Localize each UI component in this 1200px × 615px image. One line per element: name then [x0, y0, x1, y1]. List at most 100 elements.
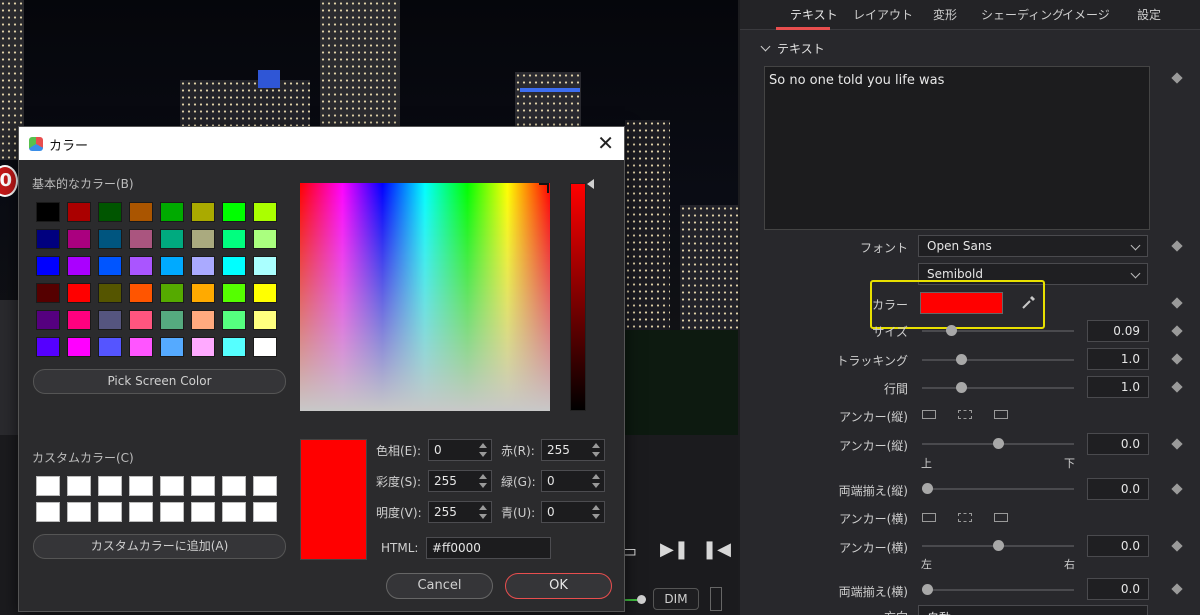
basic-color-swatch[interactable]: [191, 229, 215, 249]
custom-color-swatch[interactable]: [191, 502, 215, 522]
basic-color-swatch[interactable]: [191, 202, 215, 222]
hue-saturation-picker[interactable]: [300, 183, 550, 411]
spin-down-icon[interactable]: [592, 452, 600, 457]
spin-up-icon[interactable]: [592, 443, 600, 448]
anchor-vertical-value[interactable]: 0.0: [1087, 433, 1149, 455]
basic-color-swatch[interactable]: [253, 202, 277, 222]
tab-shading[interactable]: シェーディング: [981, 6, 1064, 23]
spin-up-icon[interactable]: [479, 474, 487, 479]
basic-color-swatch[interactable]: [36, 229, 60, 249]
basic-color-swatch[interactable]: [98, 337, 122, 357]
red-spinbox[interactable]: 255: [541, 439, 605, 461]
basic-color-swatch[interactable]: [36, 283, 60, 303]
custom-color-swatch[interactable]: [67, 502, 91, 522]
basic-color-swatch[interactable]: [160, 283, 184, 303]
value-slider-arrow-icon[interactable]: [587, 179, 594, 189]
spin-down-icon[interactable]: [592, 514, 600, 519]
basic-color-swatch[interactable]: [36, 202, 60, 222]
spin-up-icon[interactable]: [479, 443, 487, 448]
basic-color-swatch[interactable]: [98, 283, 122, 303]
keyframe-diamond-icon[interactable]: [1171, 353, 1183, 365]
basic-color-swatch[interactable]: [191, 256, 215, 276]
custom-color-swatch[interactable]: [36, 502, 60, 522]
tracking-value[interactable]: 1.0: [1087, 348, 1149, 370]
tab-text[interactable]: テキスト: [790, 6, 838, 23]
keyframe-diamond-icon[interactable]: [1171, 483, 1183, 495]
basic-color-swatch[interactable]: [222, 256, 246, 276]
slider-knob[interactable]: [956, 382, 967, 393]
custom-color-swatch[interactable]: [36, 476, 60, 496]
slider-knob[interactable]: [993, 540, 1004, 551]
custom-color-swatch[interactable]: [222, 476, 246, 496]
add-custom-color-button[interactable]: カスタムカラーに追加(A): [33, 534, 286, 559]
cancel-button[interactable]: Cancel: [386, 573, 493, 599]
tab-layout[interactable]: レイアウト: [853, 6, 913, 23]
anchor-right-icon[interactable]: [994, 513, 1008, 522]
anchor-horizontal-value[interactable]: 0.0: [1087, 535, 1149, 557]
basic-color-swatch[interactable]: [36, 337, 60, 357]
basic-color-swatch[interactable]: [191, 283, 215, 303]
basic-color-swatch[interactable]: [98, 256, 122, 276]
keyframe-diamond-icon[interactable]: [1171, 240, 1183, 252]
custom-color-swatch[interactable]: [253, 502, 277, 522]
dialog-titlebar[interactable]: カラー ✕: [19, 127, 624, 160]
anchor-bottom-icon[interactable]: [994, 410, 1008, 419]
saturation-spinbox[interactable]: 255: [428, 470, 492, 492]
line-spacing-value[interactable]: 1.0: [1087, 376, 1149, 398]
basic-color-swatch[interactable]: [67, 310, 91, 330]
tab-transform[interactable]: 変形: [933, 6, 957, 23]
basic-color-swatch[interactable]: [67, 229, 91, 249]
basic-color-swatch[interactable]: [98, 202, 122, 222]
basic-color-swatch[interactable]: [67, 256, 91, 276]
spin-up-icon[interactable]: [592, 474, 600, 479]
justify-horizontal-slider[interactable]: [922, 584, 1074, 595]
justify-horizontal-value[interactable]: 0.0: [1087, 578, 1149, 600]
close-icon[interactable]: ✕: [597, 131, 614, 155]
basic-color-swatch[interactable]: [253, 283, 277, 303]
custom-color-swatch[interactable]: [98, 476, 122, 496]
size-value[interactable]: 0.09: [1087, 320, 1149, 342]
value-slider[interactable]: [570, 183, 586, 411]
custom-color-swatch[interactable]: [160, 476, 184, 496]
blue-spinbox[interactable]: 0: [541, 501, 605, 523]
line-spacing-slider[interactable]: [922, 382, 1074, 393]
basic-color-swatch[interactable]: [160, 310, 184, 330]
basic-color-swatch[interactable]: [129, 256, 153, 276]
keyframe-diamond-icon[interactable]: [1171, 72, 1183, 84]
section-header-text[interactable]: テキスト: [760, 40, 825, 57]
basic-color-swatch[interactable]: [222, 310, 246, 330]
basic-color-swatch[interactable]: [253, 310, 277, 330]
basic-color-swatch[interactable]: [222, 229, 246, 249]
spin-up-icon[interactable]: [479, 505, 487, 510]
hue-spinbox[interactable]: 0: [428, 439, 492, 461]
keyframe-diamond-icon[interactable]: [1171, 325, 1183, 337]
basic-color-swatch[interactable]: [36, 256, 60, 276]
basic-color-swatch[interactable]: [191, 310, 215, 330]
basic-color-swatch[interactable]: [222, 337, 246, 357]
basic-color-swatch[interactable]: [129, 337, 153, 357]
keyframe-diamond-icon[interactable]: [1171, 540, 1183, 552]
direction-dropdown[interactable]: 自動: [918, 605, 1148, 615]
tracking-slider[interactable]: [922, 354, 1074, 365]
basic-color-swatch[interactable]: [160, 229, 184, 249]
green-spinbox[interactable]: 0: [541, 470, 605, 492]
custom-color-swatch[interactable]: [253, 476, 277, 496]
basic-color-swatch[interactable]: [98, 310, 122, 330]
spin-down-icon[interactable]: [479, 452, 487, 457]
custom-color-swatch[interactable]: [98, 502, 122, 522]
basic-color-swatch[interactable]: [253, 337, 277, 357]
anchor-top-icon[interactable]: [922, 410, 936, 419]
basic-color-swatch[interactable]: [222, 283, 246, 303]
html-hex-input[interactable]: #ff0000: [426, 537, 551, 559]
size-slider[interactable]: [922, 325, 1074, 336]
basic-color-swatch[interactable]: [160, 256, 184, 276]
basic-color-swatch[interactable]: [129, 283, 153, 303]
custom-color-swatch[interactable]: [129, 502, 153, 522]
custom-color-swatch[interactable]: [222, 502, 246, 522]
basic-color-swatch[interactable]: [67, 202, 91, 222]
dim-button[interactable]: DIM: [653, 588, 699, 610]
basic-color-swatch[interactable]: [67, 337, 91, 357]
custom-color-swatch[interactable]: [129, 476, 153, 496]
slider-knob[interactable]: [956, 354, 967, 365]
basic-color-swatch[interactable]: [129, 202, 153, 222]
